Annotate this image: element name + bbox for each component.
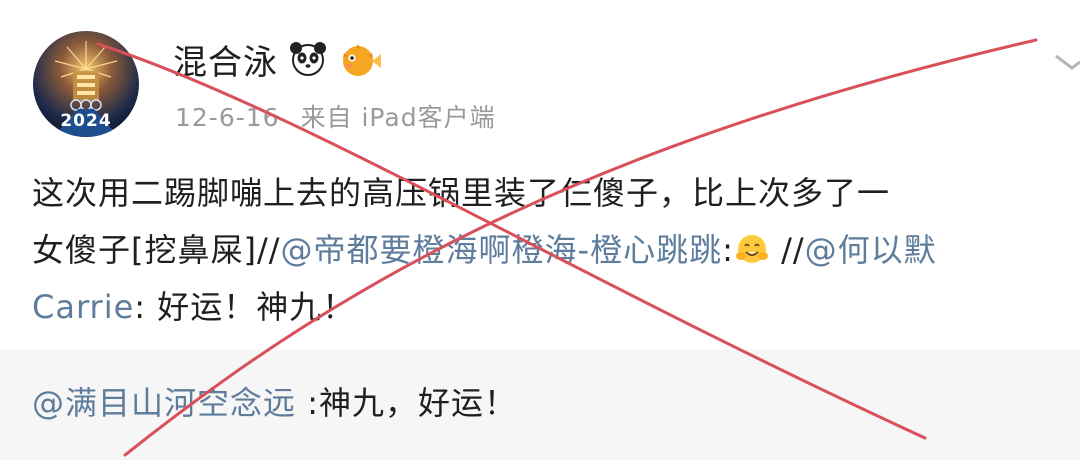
username-row: 混合泳 xyxy=(173,35,381,84)
content-text: : 好运！神九！ xyxy=(134,288,356,326)
content-line-3: Carrie: 好运！神九！ xyxy=(32,279,1080,336)
repost-separator: // xyxy=(781,231,805,269)
post-source[interactable]: 来自 iPad客户端 xyxy=(301,103,496,132)
colon: : xyxy=(722,231,734,269)
post-date: 12-6-16 xyxy=(175,103,280,132)
avatar[interactable]: 2024 xyxy=(33,31,139,137)
repost-body: :神九，好运！ xyxy=(296,384,517,422)
repost-separator: // xyxy=(256,231,281,269)
mention-link[interactable]: @何以默 xyxy=(805,231,937,269)
content-text: 女傻子[挖鼻屎] xyxy=(32,231,257,269)
hug-emoji-icon xyxy=(734,228,770,264)
panda-icon xyxy=(288,39,328,79)
content-line-1: 这次用二踢脚嘣上去的高压锅里装了仨傻子，比上次多了一 xyxy=(32,174,891,212)
post-meta: 12-6-16 来自 iPad客户端 xyxy=(175,98,496,134)
mention-link[interactable]: @满目山河空念远 xyxy=(32,384,296,422)
username[interactable]: 混合泳 xyxy=(173,35,278,84)
mention-link[interactable]: @帝都要橙海啊橙海-橙心跳跳 xyxy=(281,231,723,269)
pufferfish-icon xyxy=(338,39,381,79)
weibo-post: 2024 混合泳 12-6-16 来自 iPad客户端 这次用二踢脚嘣上去的高压… xyxy=(0,0,1080,460)
content-line-2: 女傻子[挖鼻屎]//@帝都要橙海啊橙海-橙心跳跳: //@何以默 xyxy=(32,222,1080,279)
avatar-badge: 2024 xyxy=(60,111,112,131)
chevron-down-icon[interactable] xyxy=(1050,40,1080,80)
repost-text: @满目山河空念远 :神九，好运！ xyxy=(32,378,517,424)
post-content: 这次用二踢脚嘣上去的高压锅里装了仨傻子，比上次多了一 女傻子[挖鼻屎]//@帝都… xyxy=(32,165,1080,336)
mention-link[interactable]: Carrie xyxy=(32,288,134,326)
